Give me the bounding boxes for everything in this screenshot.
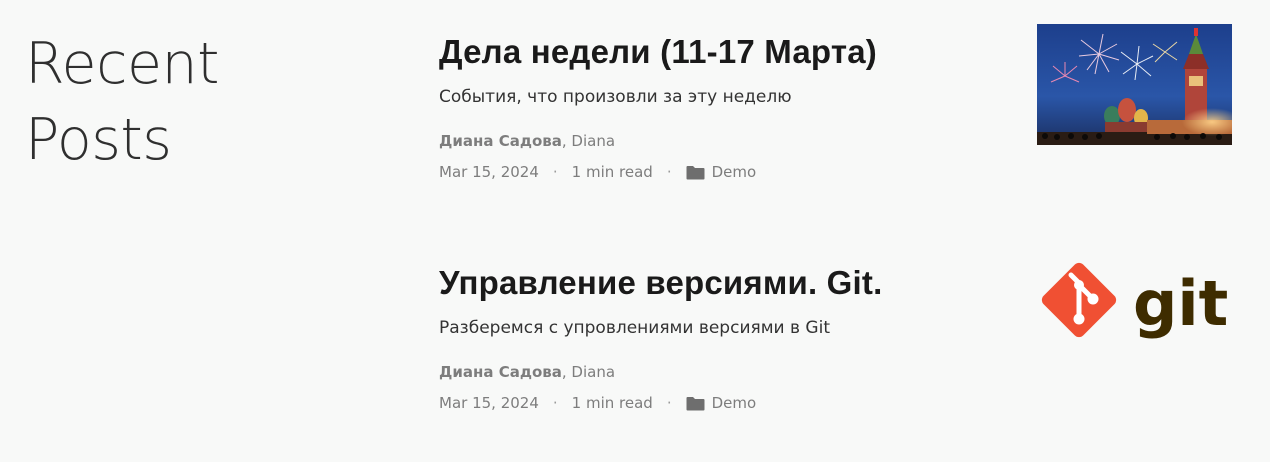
post-meta: Mar 15, 2024 · 1 min read · Demo [439, 391, 1239, 415]
fireworks-over-kremlin-image [1037, 24, 1232, 145]
post-thumbnail-link[interactable]: git [1037, 255, 1232, 376]
post-thumbnail-link[interactable] [1037, 24, 1232, 145]
author-name[interactable]: Диана Садова [439, 363, 562, 381]
author-extra: , Diana [561, 132, 616, 150]
post-title-link[interactable]: Дела недели (11-17 Марта) [439, 33, 877, 70]
post-title-link[interactable]: Управление версиями. Git. [439, 264, 882, 301]
git-logo-image: git [1037, 255, 1232, 376]
post-category-link[interactable]: Demo [712, 391, 757, 415]
meta-separator: · [552, 163, 558, 181]
author-extra: , Diana [561, 363, 616, 381]
post-meta: Mar 15, 2024 · 1 min read · Demo [439, 160, 1239, 184]
post-read-time: 1 min read [571, 163, 653, 181]
folder-icon [686, 396, 705, 410]
section-title-line1: Recent [25, 31, 220, 97]
folder-icon [686, 165, 705, 179]
recent-posts-page: Recent Posts Дела недели (11-17 Марта) Со… [0, 0, 1270, 462]
meta-separator: · [552, 394, 558, 412]
post-category-link[interactable]: Demo [712, 160, 757, 184]
section-title: Recent Posts [25, 26, 365, 178]
post-date: Mar 15, 2024 [439, 163, 539, 181]
post-read-time: 1 min read [571, 394, 653, 412]
section-title-line2: Posts [25, 107, 172, 173]
author-name[interactable]: Диана Садова [439, 132, 562, 150]
meta-separator: · [666, 394, 672, 412]
post-date: Mar 15, 2024 [439, 394, 539, 412]
meta-separator: · [666, 163, 672, 181]
git-wordmark: git [1133, 267, 1228, 340]
